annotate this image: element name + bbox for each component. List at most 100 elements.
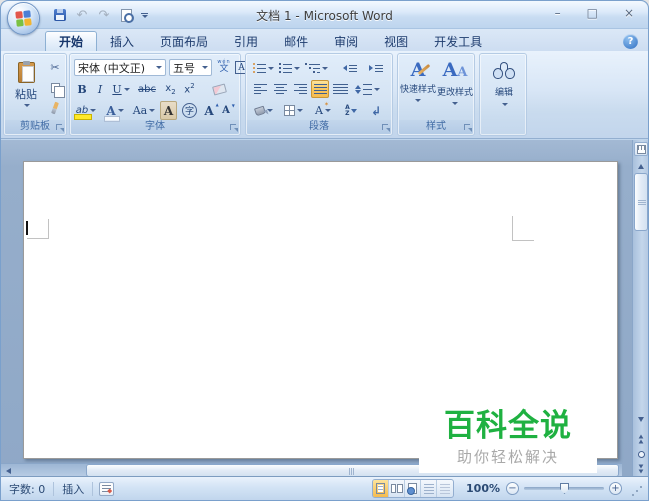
numbering-button[interactable] [277, 59, 301, 77]
crop-mark-top-right-v [512, 216, 513, 241]
italic-button[interactable]: I [92, 80, 108, 98]
asian-layout-button[interactable]: A [310, 101, 336, 120]
clipboard-dialog-launcher[interactable] [56, 124, 64, 132]
insert-mode-status[interactable]: 插入 [54, 481, 92, 497]
bullets-button[interactable] [251, 59, 275, 77]
editing-menu-button[interactable]: 编辑 [484, 58, 524, 120]
print-layout-view-button[interactable] [373, 480, 390, 497]
scroll-down-button[interactable] [634, 412, 648, 426]
font-name-select[interactable]: 宋体 (中文正) [74, 59, 166, 76]
line-spacing-button[interactable] [354, 80, 380, 98]
tab-references[interactable]: 引用 [221, 31, 271, 51]
word-count-status[interactable]: 字数: 0 [1, 481, 53, 497]
window-resize-grip[interactable] [630, 485, 642, 498]
word-window: ↶ ↷ 文档 1 - Microsoft Word – □ × 开始 插入 页面… [0, 0, 649, 501]
zoom-out-button[interactable]: − [506, 482, 519, 495]
maximize-button[interactable]: □ [587, 5, 598, 21]
minimize-button[interactable]: – [555, 5, 561, 21]
paste-dropdown-arrow[interactable] [24, 104, 30, 107]
show-hide-marks-button[interactable]: ↲ [366, 101, 386, 120]
borders-button[interactable] [280, 101, 306, 120]
view-switcher [372, 479, 455, 498]
group-paragraph: A AZ ↲ 段落 [245, 53, 393, 136]
font-color-icon: A [104, 103, 121, 122]
underline-button[interactable]: U [110, 80, 132, 98]
close-button[interactable]: × [624, 5, 634, 21]
zoom-slider-track[interactable] [524, 483, 604, 494]
align-left-button[interactable] [251, 80, 269, 98]
change-styles-button[interactable]: AA 更改样式 [437, 58, 473, 120]
tab-insert[interactable]: 插入 [97, 31, 147, 51]
tab-review[interactable]: 审阅 [321, 31, 371, 51]
styles-dialog-launcher[interactable] [464, 124, 472, 132]
grow-font-icon: A ▲ [204, 101, 219, 118]
chevron-down-icon [415, 99, 421, 102]
previous-page-button[interactable] [634, 432, 648, 446]
proofing-status-icon[interactable] [99, 481, 115, 496]
double-arrow-down-icon [638, 464, 644, 474]
office-button[interactable] [7, 2, 40, 35]
tab-developer[interactable]: 开发工具 [421, 31, 495, 51]
subscript-button[interactable]: x2 [162, 80, 179, 98]
increase-indent-button[interactable] [365, 59, 387, 77]
shrink-font-button[interactable]: A ▼ [218, 101, 235, 120]
bullets-icon [252, 63, 266, 74]
draft-view-button[interactable] [437, 480, 453, 497]
multilevel-list-button[interactable] [303, 59, 329, 77]
tab-view[interactable]: 视图 [371, 31, 421, 51]
align-center-button[interactable] [271, 80, 289, 98]
zoom-slider-thumb[interactable] [560, 483, 569, 494]
tab-home[interactable]: 开始 [45, 31, 98, 51]
asian-layout-icon: A [315, 101, 329, 117]
text-highlight-button[interactable]: ab [73, 101, 99, 120]
justify-button[interactable] [311, 80, 329, 98]
ruler-toggle-button[interactable] [634, 142, 648, 156]
zoom-in-button[interactable]: + [609, 482, 622, 495]
superscript-button[interactable]: x2 [181, 80, 198, 98]
superscript-icon: x2 [184, 82, 195, 96]
paste-button[interactable]: 粘贴 [9, 58, 43, 120]
scroll-up-button[interactable] [634, 159, 648, 173]
strikethrough-button[interactable]: abc [136, 80, 158, 98]
grow-font-button[interactable]: A ▲ [201, 101, 219, 120]
bold-icon: B [77, 82, 87, 96]
outline-view-button[interactable] [421, 480, 438, 497]
next-page-button[interactable] [634, 462, 648, 476]
change-case-button[interactable]: Aa [131, 101, 157, 120]
decrease-indent-button[interactable] [339, 59, 361, 77]
zoom-level-label[interactable]: 100% [460, 482, 506, 495]
copy-button[interactable] [45, 79, 65, 98]
phonetic-guide-button[interactable]: wén 文 [215, 58, 233, 76]
web-layout-view-button[interactable] [405, 480, 422, 497]
borders-icon [283, 105, 295, 116]
cut-button[interactable]: ✂ [45, 59, 65, 76]
character-shading-button[interactable]: A [160, 101, 177, 120]
font-color-button[interactable]: A [102, 101, 128, 122]
paragraph-dialog-launcher[interactable] [382, 124, 390, 132]
vertical-scroll-thumb[interactable] [634, 173, 648, 231]
font-size-select[interactable]: 五号 [169, 59, 212, 76]
quick-styles-label: 快速样式 [400, 85, 437, 95]
tab-mailings[interactable]: 邮件 [271, 31, 321, 51]
distribute-button[interactable] [331, 80, 349, 98]
align-right-button[interactable] [291, 80, 309, 98]
chevron-down-icon [156, 66, 162, 69]
fullscreen-reading-view-button[interactable] [389, 480, 406, 497]
outline-view-icon [423, 483, 434, 494]
quick-styles-button[interactable]: A 快速样式 [400, 58, 436, 120]
vertical-scrollbar[interactable] [632, 140, 648, 478]
font-dialog-launcher[interactable] [230, 124, 238, 132]
bold-button[interactable]: B [74, 80, 90, 98]
chevron-down-icon [296, 109, 303, 112]
chevron-down-icon [502, 103, 508, 106]
format-painter-button[interactable] [45, 99, 65, 116]
text-cursor [26, 221, 28, 235]
sort-button[interactable]: AZ [340, 101, 362, 120]
clear-formatting-button[interactable] [208, 80, 230, 98]
tab-page-layout[interactable]: 页面布局 [147, 31, 221, 51]
help-button[interactable]: ? [623, 34, 638, 49]
select-browse-object-button[interactable] [634, 447, 648, 461]
enclose-characters-button[interactable]: 字 [180, 101, 199, 120]
shading-button[interactable] [251, 101, 277, 120]
double-arrow-up-icon [638, 434, 644, 444]
